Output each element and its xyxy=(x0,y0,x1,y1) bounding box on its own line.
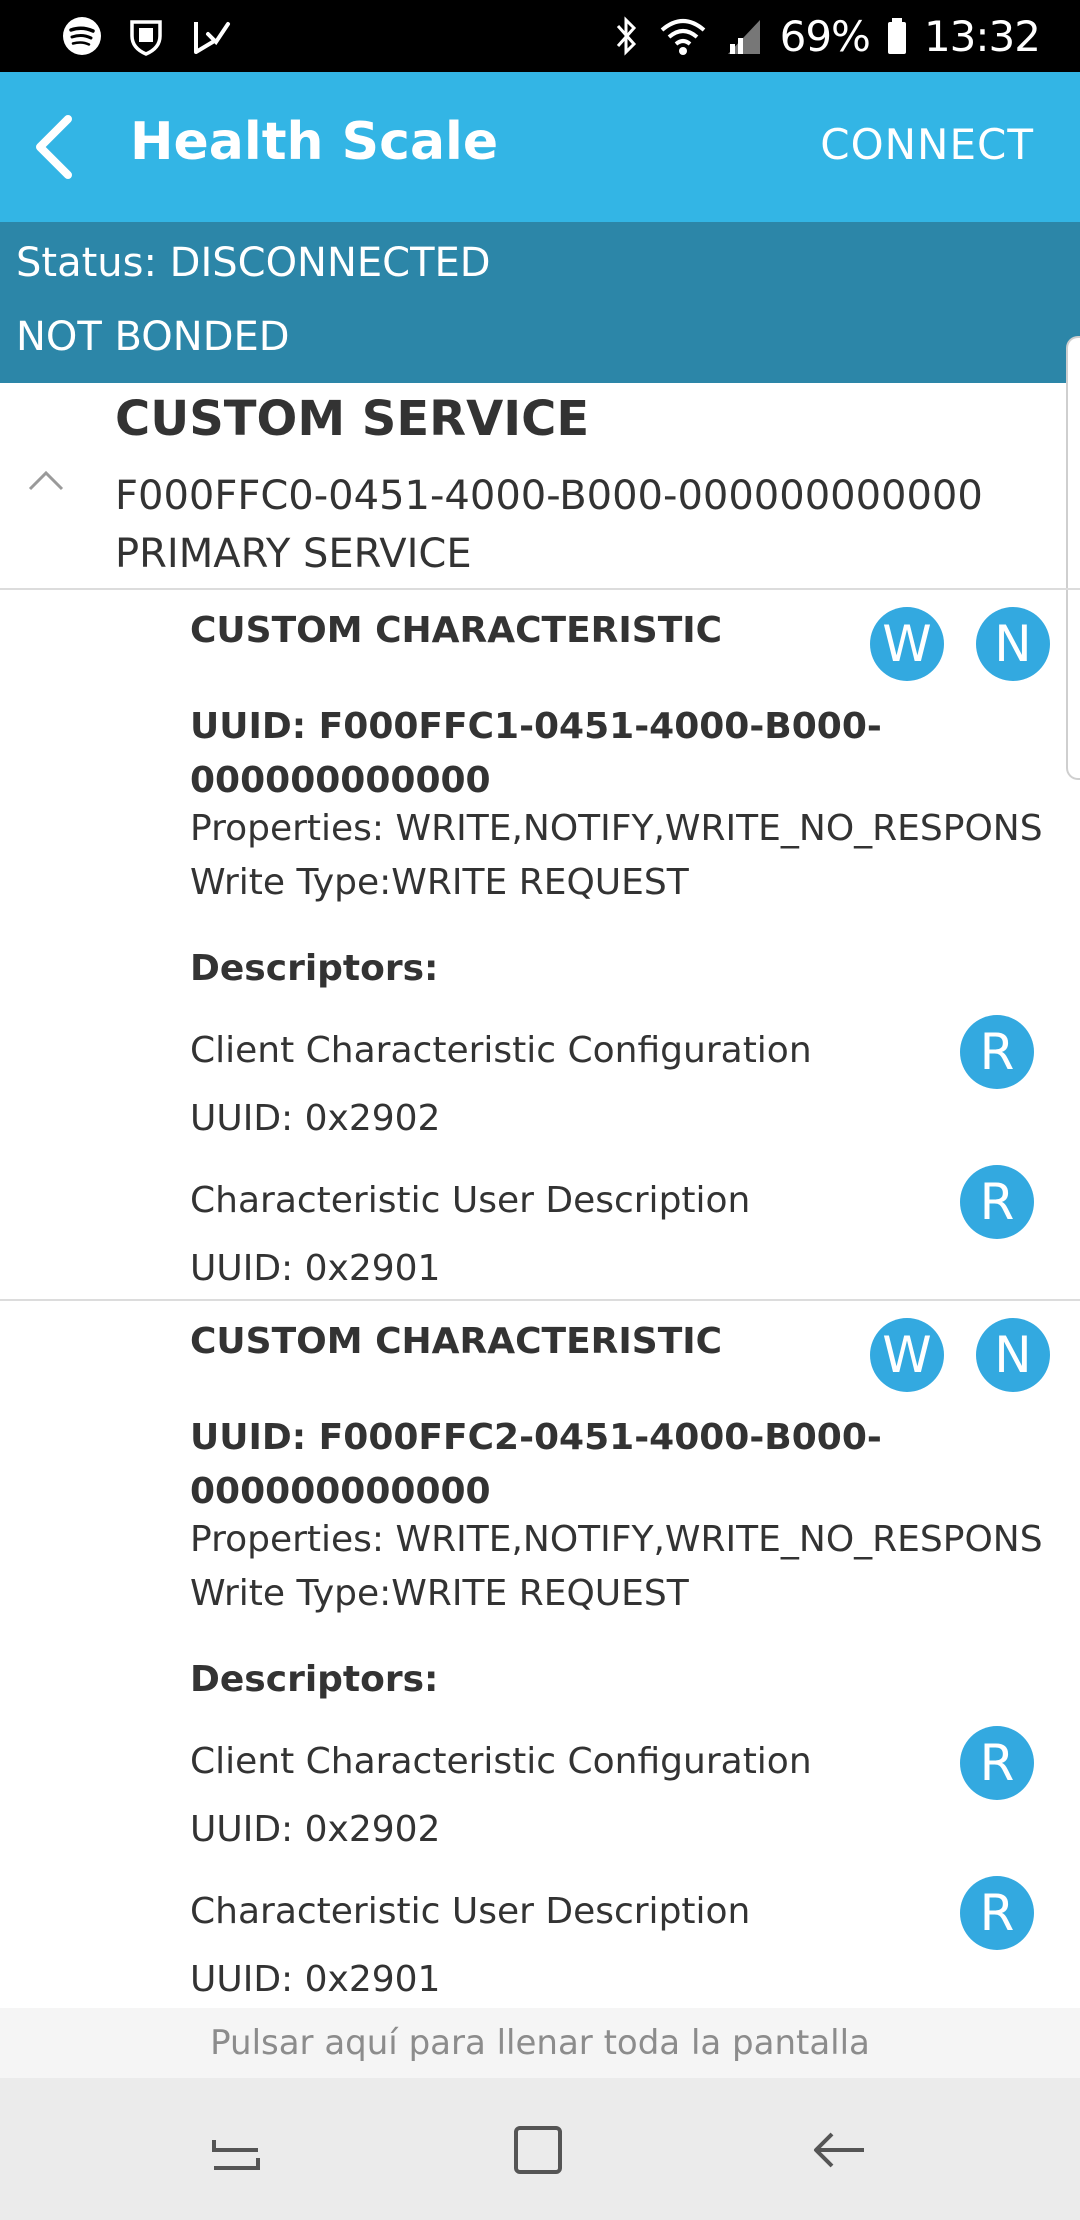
descriptor-name: Characteristic User Description xyxy=(190,1891,751,1932)
characteristic-item: CUSTOM CHARACTERISTIC W N UUID: F000FFC1… xyxy=(0,590,1080,1300)
service-uuid: F000FFC0-0451-4000-B000-000000000000 xyxy=(115,473,983,519)
signal-icon xyxy=(727,20,760,54)
connection-status-panel: Status: DISCONNECTED NOT BONDED xyxy=(0,222,1080,383)
characteristic-uuid: UUID: F000FFC1-0451-4000-B000-0000000000… xyxy=(190,706,882,801)
read-descriptor-button[interactable]: R xyxy=(960,1015,1034,1089)
fullscreen-hint[interactable]: Pulsar aquí para llenar toda la pantalla xyxy=(0,2008,1080,2078)
battery-percentage: 69% xyxy=(779,11,871,61)
connect-button[interactable]: CONNECT xyxy=(820,120,1034,169)
connection-status: Status: DISCONNECTED xyxy=(16,240,491,286)
descriptors-label: Descriptors: xyxy=(190,1659,439,1700)
back-icon[interactable] xyxy=(808,2118,872,2182)
spotify-icon xyxy=(63,17,101,55)
clock: 13:32 xyxy=(923,11,1041,61)
service-header[interactable]: CUSTOM SERVICE F000FFC0-0451-4000-B000-0… xyxy=(0,383,1080,588)
read-descriptor-button[interactable]: R xyxy=(960,1876,1034,1950)
play-check-icon xyxy=(194,22,230,54)
back-arrow-icon[interactable] xyxy=(20,107,100,187)
descriptor-uuid: UUID: 0x2901 xyxy=(190,1248,441,1289)
status-bar-notification-icons xyxy=(60,14,232,58)
chevron-up-icon[interactable] xyxy=(24,459,68,503)
service-title: CUSTOM SERVICE xyxy=(115,391,590,447)
status-bar: 69% 13:32 xyxy=(0,0,1080,72)
status-bar-system-icons: 69% 13:32 xyxy=(610,0,1041,72)
shield-icon xyxy=(130,20,162,56)
descriptor-uuid: UUID: 0x2902 xyxy=(190,1809,441,1850)
descriptor-name: Client Characteristic Configuration xyxy=(190,1741,812,1782)
home-icon[interactable] xyxy=(506,2118,570,2182)
characteristic-title: CUSTOM CHARACTERISTIC xyxy=(190,1321,723,1362)
characteristic-properties: Properties: WRITE,NOTIFY,WRITE_NO_RESPON… xyxy=(190,808,1043,849)
characteristic-title: CUSTOM CHARACTERISTIC xyxy=(190,610,723,651)
descriptor-name: Characteristic User Description xyxy=(190,1180,751,1221)
bluetooth-icon xyxy=(616,16,636,56)
service-type: PRIMARY SERVICE xyxy=(115,531,472,577)
characteristic-item: CUSTOM CHARACTERISTIC W N UUID: F000FFC2… xyxy=(0,1301,1080,2008)
characteristic-properties: Properties: WRITE,NOTIFY,WRITE_NO_RESPON… xyxy=(190,1519,1043,1560)
write-button[interactable]: W xyxy=(870,1318,944,1392)
notify-button[interactable]: N xyxy=(976,1318,1050,1392)
descriptor-name: Client Characteristic Configuration xyxy=(190,1030,812,1071)
descriptor-uuid: UUID: 0x2901 xyxy=(190,1959,441,2000)
battery-icon xyxy=(887,18,906,54)
read-descriptor-button[interactable]: R xyxy=(960,1165,1034,1239)
recent-apps-icon[interactable] xyxy=(204,2118,268,2182)
descriptor-uuid: UUID: 0x2902 xyxy=(190,1098,441,1139)
descriptors-label: Descriptors: xyxy=(190,948,439,989)
page-title: Health Scale xyxy=(130,112,499,172)
navigation-bar xyxy=(0,2078,1080,2220)
wifi-icon xyxy=(660,19,705,55)
write-button[interactable]: W xyxy=(870,607,944,681)
notify-button[interactable]: N xyxy=(976,607,1050,681)
characteristic-write-type: Write Type:WRITE REQUEST xyxy=(190,1573,689,1614)
bond-status: NOT BONDED xyxy=(16,314,290,360)
read-descriptor-button[interactable]: R xyxy=(960,1726,1034,1800)
app-bar: Health Scale CONNECT xyxy=(0,72,1080,222)
characteristic-uuid: UUID: F000FFC2-0451-4000-B000-0000000000… xyxy=(190,1417,882,1512)
characteristic-write-type: Write Type:WRITE REQUEST xyxy=(190,862,689,903)
